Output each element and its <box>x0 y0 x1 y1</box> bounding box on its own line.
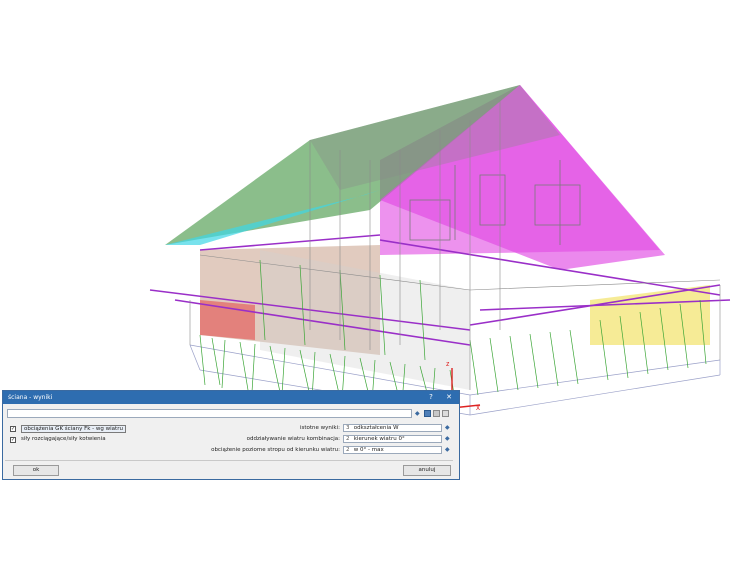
save-icon[interactable] <box>424 410 431 417</box>
select-results[interactable]: 3 odkształcenia W <box>343 424 442 432</box>
axis-x-label: x <box>476 403 480 412</box>
dropdown-arrow-icon[interactable]: ◆ <box>445 435 450 442</box>
cancel-button[interactable]: anuluj <box>403 465 451 476</box>
field-label-wind-combination: oddziaływanie wiatru kombinacja: <box>246 436 340 442</box>
dropdown-arrow-icon[interactable]: ◆ <box>445 446 450 453</box>
select-floor-value: w 0° - max <box>353 447 384 453</box>
wall-front <box>260 250 470 390</box>
select-wind-value: kierunek wiatru 0° <box>353 436 405 442</box>
ok-button[interactable]: ok <box>13 465 59 476</box>
dialog-title: ściana - wyniki <box>8 394 53 401</box>
pin-icon[interactable]: ◆ <box>415 410 420 417</box>
option-label-1[interactable]: obciążenia GK ściany Fk - wg wiatru <box>21 425 126 433</box>
select-results-value: odkształcenia W <box>353 425 399 431</box>
dropdown-arrow-icon[interactable]: ◆ <box>445 424 450 431</box>
option-checkbox-2[interactable]: ✓ <box>10 437 16 443</box>
field-label-floor-load: obciążenie poziome stropu od kierunku wi… <box>211 447 340 453</box>
select-wind-number: 2 <box>346 436 350 442</box>
axis-z-label: z <box>446 361 450 368</box>
select-floor-load[interactable]: 2 w 0° - max <box>343 446 442 454</box>
search-input[interactable] <box>7 409 412 418</box>
option-checkbox-1[interactable]: ✓ <box>10 426 16 432</box>
wall-yellow <box>590 285 710 345</box>
close-button[interactable]: ✕ <box>443 391 455 404</box>
select-wind-combination[interactable]: 2 kierunek wiatru 0° <box>343 435 442 443</box>
field-label-results: istotne wyniki: <box>299 425 340 431</box>
dialog-separator <box>5 460 453 461</box>
delete-icon[interactable] <box>442 410 449 417</box>
option-label-2[interactable]: siły rozciągające/siły kotwienia <box>21 436 106 442</box>
help-button[interactable]: ? <box>425 391 437 404</box>
dialog-titlebar[interactable]: ściana - wyniki ? ✕ <box>3 391 459 404</box>
copy-icon[interactable] <box>433 410 440 417</box>
select-floor-number: 2 <box>346 447 350 453</box>
wall-red <box>200 300 255 340</box>
select-results-number: 3 <box>346 425 350 431</box>
